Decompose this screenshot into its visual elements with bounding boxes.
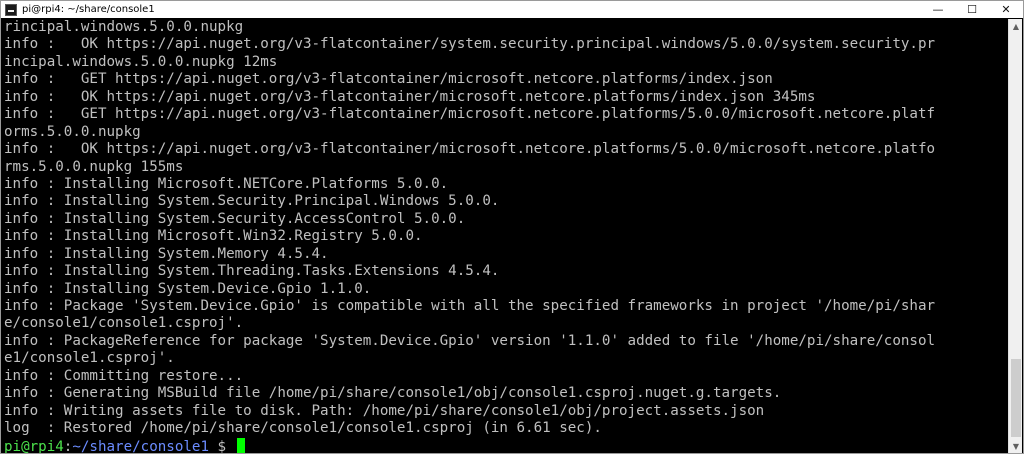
terminal-line: info : GET https://api.nuget.org/v3-flat… [4,71,773,88]
prompt-user-host: pi@rpi4 [4,438,64,454]
terminal-line: info : Installing System.Memory 4.5.4. [4,245,329,262]
terminal-line: info : Committing restore... [4,367,244,384]
terminal-line: incipal.windows.5.0.0.nupkg 12ms [4,53,278,70]
window-title: pi@rpi4: ~/share/console1 [22,4,155,15]
terminal-window: pi@rpi4: ~/share/console1 — ☐ ✕ rincipal… [0,0,1024,454]
scroll-up-arrow-icon[interactable]: ▲ [1009,19,1023,33]
terminal-line: log : Restored /home/pi/share/console1/c… [4,420,602,437]
maximize-button[interactable]: ☐ [955,1,989,18]
terminal-line: e/console1/console1.csproj'. [4,315,244,332]
terminal-line: info : OK https://api.nuget.org/v3-flatc… [4,141,936,158]
vertical-scrollbar[interactable]: ▲ ▼ [1008,19,1022,453]
terminal-line: info : GET https://api.nuget.org/v3-flat… [4,106,936,123]
terminal-line: info : Installing System.Device.Gpio 1.1… [4,280,372,297]
terminal-line: info : Installing System.Security.Princi… [4,193,500,210]
terminal-line: info : Writing assets file to disk. Path… [4,402,765,419]
terminal-line: rincipal.windows.5.0.0.nupkg [4,19,244,35]
prompt-symbol: $ [209,438,235,454]
terminal-line: info : OK https://api.nuget.org/v3-flatc… [4,88,816,105]
prompt-path: ~/share/console1 [72,438,210,454]
shell-prompt-line[interactable]: pi@rpi4:~/share/console1 $ [4,437,1009,454]
close-button[interactable]: ✕ [989,1,1023,18]
terminal-output[interactable]: rincipal.windows.5.0.0.nupkg info : OK h… [3,19,1009,453]
terminal-app-icon[interactable] [5,3,17,16]
terminal-line: info : OK https://api.nuget.org/v3-flatc… [4,36,936,53]
terminal-line: orms.5.0.0.nupkg [4,123,141,140]
terminal-cursor[interactable] [236,437,245,453]
minimize-button[interactable]: — [921,1,955,18]
terminal-line: info : Package 'System.Device.Gpio' is c… [4,298,936,314]
terminal-line: rms.5.0.0.nupkg 155ms [4,158,184,175]
terminal-line: info : Installing System.Threading.Tasks… [4,263,500,280]
terminal-line: info : Installing System.Security.Access… [4,210,466,227]
title-bar[interactable]: pi@rpi4: ~/share/console1 — ☐ ✕ [1,1,1023,18]
terminal-line: e1/console1.csproj'. [4,350,175,367]
terminal-line: info : PackageReference for package 'Sys… [4,332,936,349]
scrollbar-thumb[interactable] [1011,359,1021,437]
scroll-down-arrow-icon[interactable]: ▼ [1009,439,1023,453]
terminal-line: info : Installing Microsoft.Win32.Regist… [4,228,423,245]
terminal-line: info : Installing Microsoft.NETCore.Plat… [4,175,449,192]
terminal-line: info : Generating MSBuild file /home/pi/… [4,385,782,402]
